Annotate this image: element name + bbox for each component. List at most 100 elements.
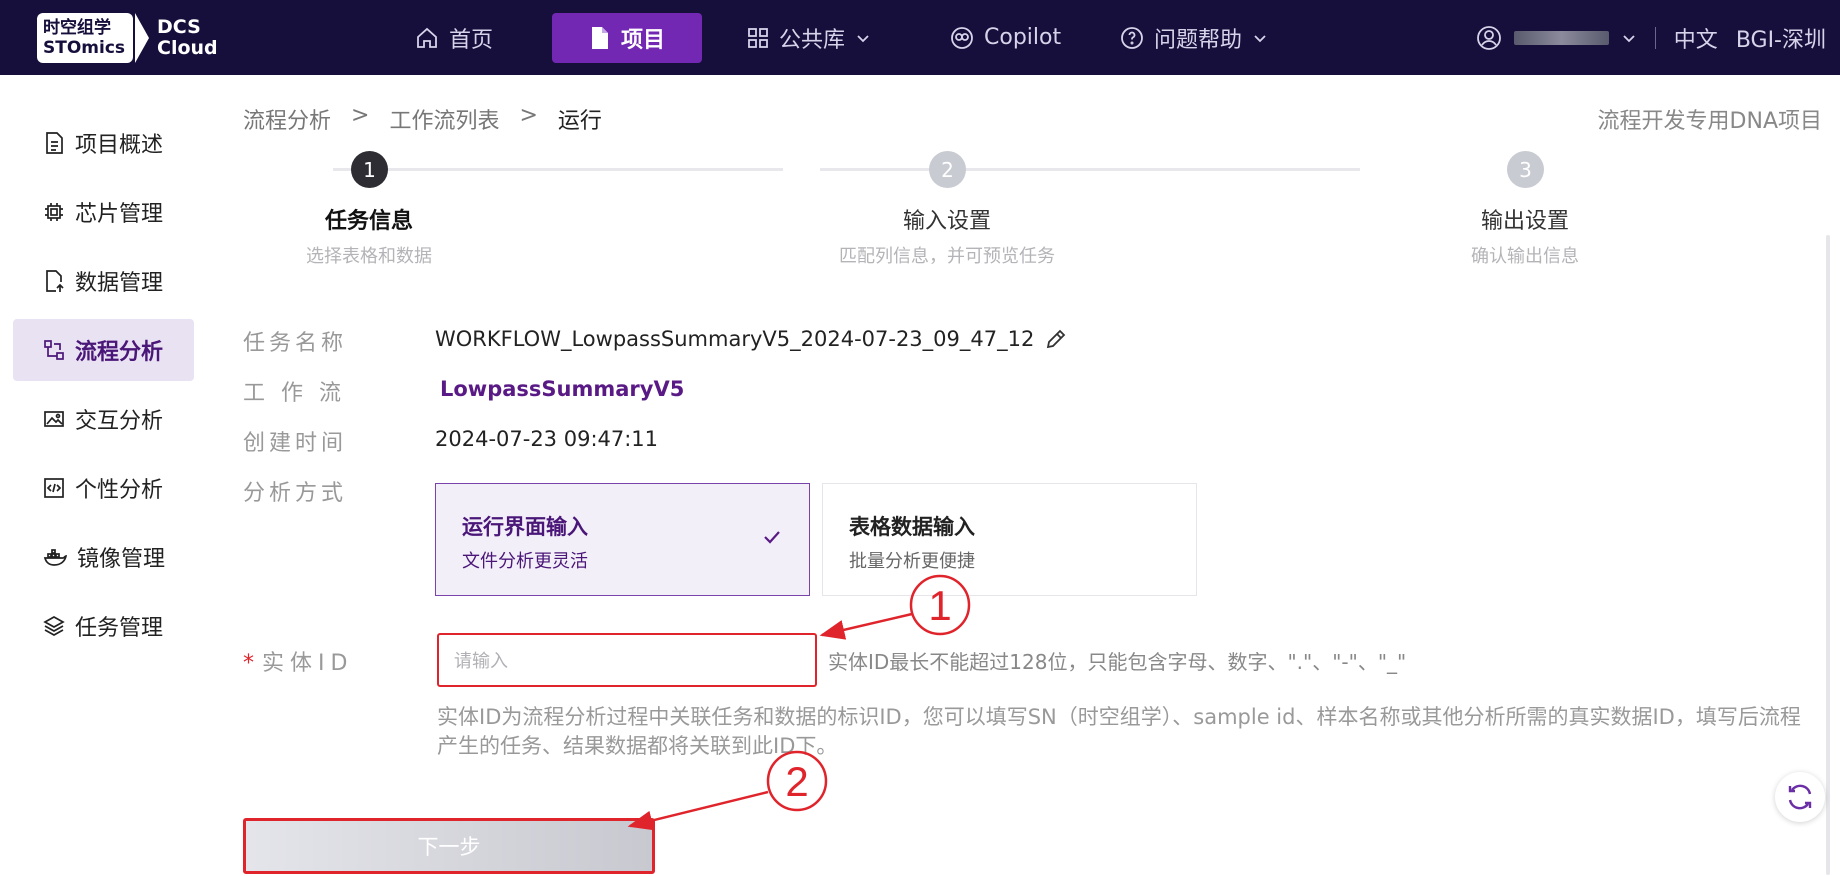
region-switch[interactable]: BGI-深圳 — [1736, 22, 1826, 54]
refresh-icon — [1788, 784, 1812, 810]
main-nav-copilot: Copilot — [930, 0, 1081, 75]
next-step-button[interactable]: 下一步 — [243, 818, 655, 874]
breadcrumb-item-workflow[interactable]: 流程分析 — [243, 103, 331, 135]
workflow-icon — [44, 340, 64, 360]
method-label: 分析方式 — [243, 481, 348, 506]
task-name-row: WORKFLOW_LowpassSummaryV5_2024-07-23_09_… — [435, 327, 1068, 351]
nav-library[interactable]: 公共库 — [727, 13, 891, 63]
created-time-value: 2024-07-23 09:47:11 — [435, 427, 659, 451]
chevron-down-icon — [857, 34, 869, 42]
step-connector — [820, 168, 1360, 171]
entity-id-placeholder: 请输入 — [454, 651, 508, 672]
logo-line1: 时空组学 — [43, 18, 111, 38]
code-icon — [44, 478, 64, 498]
nav-copilot[interactable]: Copilot — [930, 13, 1081, 63]
sidebar-item-chip[interactable]: 芯片管理 — [13, 181, 194, 243]
breadcrumb: 流程分析 > 工作流列表 > 运行 — [243, 103, 602, 135]
breadcrumb-item-current: 运行 — [557, 109, 602, 134]
step-3-subtitle: 确认输出信息 — [1471, 246, 1579, 267]
step-2-title: 输入设置 — [902, 209, 991, 234]
logo[interactable]: 时空组学 STOmics DCS Cloud — [37, 13, 218, 63]
nav-home-label: 首页 — [449, 27, 494, 53]
user-menu[interactable] — [1476, 25, 1637, 51]
nav-copilot-label: Copilot — [984, 25, 1062, 50]
edit-icon[interactable] — [1044, 327, 1068, 351]
top-navbar: 时空组学 STOmics DCS Cloud 首页 项目 公共库 Copilot — [0, 0, 1840, 75]
entity-id-input[interactable]: 请输入 — [437, 633, 817, 687]
task-name-label: 任务名称 — [243, 331, 348, 356]
docker-icon — [43, 549, 67, 566]
logo-line2: STOmics — [43, 38, 126, 58]
data-file-icon — [46, 270, 64, 292]
language-switch[interactable]: 中文 — [1674, 22, 1718, 54]
method-option-ui-input[interactable]: 运行界面输入 文件分析更灵活 — [435, 483, 810, 596]
user-icon — [1476, 25, 1501, 50]
sidebar-item-label: 个性分析 — [75, 478, 164, 503]
sidebar-item-interactive[interactable]: 交互分析 — [13, 388, 194, 450]
step-connector — [333, 168, 783, 171]
username-masked — [1513, 30, 1609, 45]
project-name: 流程开发专用DNA项目 — [1597, 109, 1822, 134]
grid-icon — [748, 27, 768, 48]
image-icon — [44, 411, 64, 427]
main-nav-library: 公共库 — [727, 0, 891, 75]
created-time-label: 创建时间 — [243, 431, 348, 456]
sidebar-item-label: 交互分析 — [75, 409, 164, 434]
nav-project-label: 项目 — [620, 27, 665, 53]
vertical-scrollbar[interactable] — [1826, 235, 1830, 875]
workflow-link[interactable]: LowpassSummaryV5 — [440, 377, 684, 401]
sidebar-item-data[interactable]: 数据管理 — [13, 250, 194, 312]
step-1-number: 1 — [351, 151, 388, 188]
step-2-number: 2 — [929, 151, 966, 188]
copilot-icon — [951, 26, 973, 49]
method-option-subtitle: 批量分析更便捷 — [849, 551, 975, 572]
sidebar: 项目概述 芯片管理 数据管理 流程分析 交互分析 个性分析 镜像管理 任务管理 — [0, 75, 205, 876]
sidebar-item-workflow[interactable]: 流程分析 — [13, 319, 194, 381]
logo-arrow-shape — [135, 13, 149, 63]
help-icon — [1121, 26, 1143, 49]
nav-home[interactable]: 首页 — [395, 13, 513, 63]
main-nav: 首页 — [395, 0, 513, 75]
overview-icon — [46, 132, 63, 154]
step-1-subtitle: 选择表格和数据 — [306, 246, 432, 267]
divider — [1654, 26, 1656, 49]
main-content: 流程分析 > 工作流列表 > 运行 流程开发专用DNA项目 1 2 3 任务信息… — [205, 75, 1840, 876]
home-icon — [417, 27, 437, 48]
document-icon — [591, 26, 608, 49]
sidebar-item-label: 芯片管理 — [75, 202, 164, 227]
step-3-title: 输出设置 — [1480, 209, 1569, 234]
refresh-float-button[interactable] — [1775, 772, 1825, 822]
method-option-title: 表格数据输入 — [849, 515, 975, 539]
top-right-area: 中文 BGI-深圳 — [1476, 0, 1826, 75]
sidebar-item-custom[interactable]: 个性分析 — [13, 457, 194, 519]
product-line1: DCS — [157, 16, 201, 38]
layers-icon — [43, 616, 65, 636]
chevron-down-icon — [1623, 34, 1635, 42]
sidebar-item-label: 流程分析 — [75, 340, 164, 365]
product-name: DCS Cloud — [157, 17, 218, 59]
nav-help[interactable]: 问题帮助 — [1100, 13, 1288, 63]
product-line2: Cloud — [157, 37, 218, 59]
main-nav-help: 问题帮助 — [1100, 0, 1288, 75]
sidebar-item-label: 镜像管理 — [77, 547, 166, 572]
next-step-label: 下一步 — [417, 835, 481, 859]
method-option-table-input[interactable]: 表格数据输入 批量分析更便捷 — [822, 483, 1197, 596]
check-icon — [764, 531, 780, 544]
sidebar-item-label: 项目概述 — [75, 133, 164, 158]
sidebar-item-overview[interactable]: 项目概述 — [13, 112, 194, 174]
step-1-title: 任务信息 — [324, 209, 413, 234]
nav-library-label: 公共库 — [779, 27, 846, 53]
breadcrumb-item-list[interactable]: 工作流列表 — [389, 103, 499, 135]
main-nav-project: 项目 — [552, 0, 702, 75]
required-mark: * — [243, 651, 254, 676]
logo-box: 时空组学 STOmics — [37, 13, 133, 63]
nav-help-label: 问题帮助 — [1154, 27, 1243, 53]
step-3-number: 3 — [1507, 151, 1544, 188]
method-option-subtitle: 文件分析更灵活 — [462, 551, 588, 572]
nav-project[interactable]: 项目 — [552, 12, 702, 63]
sidebar-item-image[interactable]: 镜像管理 — [13, 526, 194, 588]
entity-id-hint: 实体ID最长不能超过128位，只能包含字母、数字、"."、"-"、"_" — [828, 650, 1407, 674]
sidebar-item-tasks[interactable]: 任务管理 — [13, 595, 194, 657]
breadcrumb-separator: > — [519, 103, 538, 128]
method-option-title: 运行界面输入 — [462, 515, 588, 539]
